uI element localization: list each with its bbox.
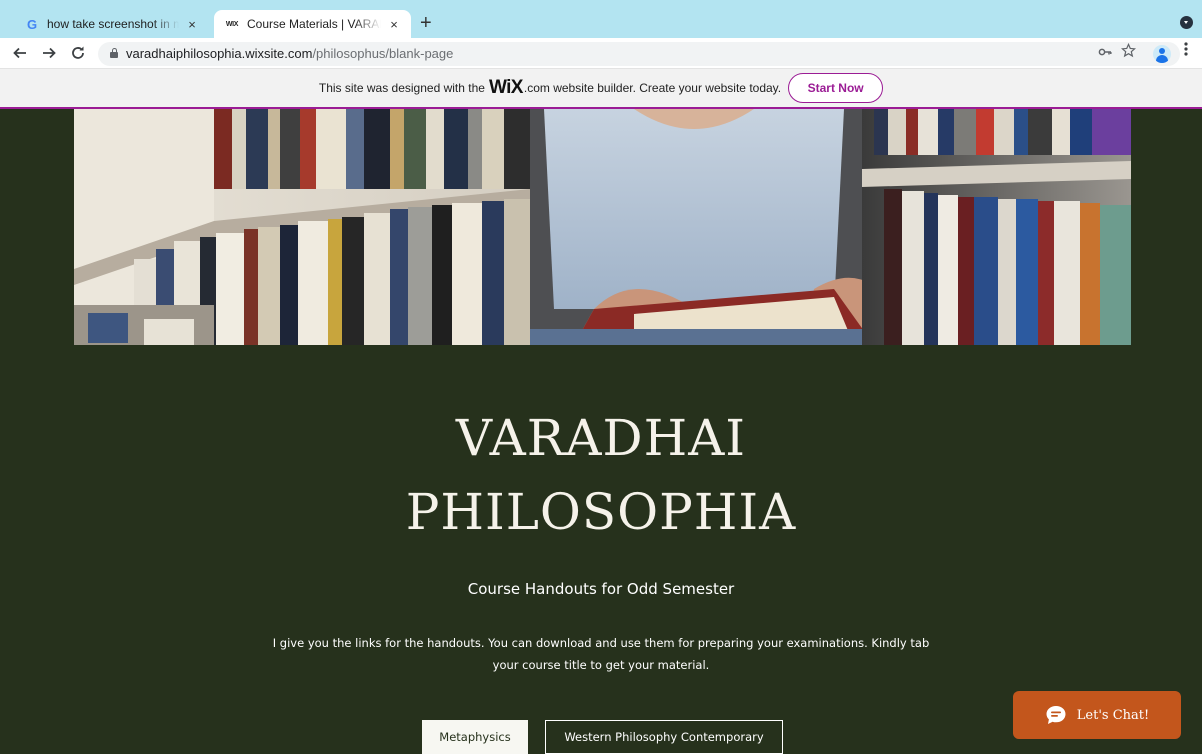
tab-course-materials[interactable]: WIX Course Materials | VARADHAI PHILOSOP… bbox=[214, 10, 411, 38]
lock-icon[interactable] bbox=[110, 48, 118, 58]
chat-bubble-icon bbox=[1046, 706, 1066, 724]
tab-title: how take screenshot in macbook bbox=[47, 17, 179, 31]
tab-search-icon[interactable] bbox=[1180, 16, 1193, 29]
tab-screenshot-search[interactable]: G how take screenshot in macbook × bbox=[14, 10, 209, 38]
tab-title: Course Materials | VARADHAI PHILOSOPHIA bbox=[247, 17, 381, 31]
banner-text-after: .com website builder. Create your websit… bbox=[523, 81, 782, 95]
tab-close-icon[interactable]: × bbox=[185, 17, 199, 32]
hero-image bbox=[74, 109, 1131, 345]
course-button-western-philosophy-contemporary[interactable]: Western Philosophy Contemporary bbox=[545, 720, 783, 754]
star-icon[interactable] bbox=[1120, 42, 1137, 62]
banner-text-before: This site was designed with the bbox=[318, 81, 485, 95]
menu-icon[interactable] bbox=[1184, 41, 1188, 62]
site-title-line-1: VARADHAI bbox=[455, 409, 747, 467]
wix-favicon-icon: WIX bbox=[225, 20, 239, 28]
lets-chat-button[interactable]: Let's Chat! bbox=[1013, 691, 1181, 739]
browser-tab-strip: G how take screenshot in macbook × WIX C… bbox=[0, 0, 1202, 38]
site-title-line-2: PHILOSOPHIA bbox=[405, 483, 797, 541]
tab-close-icon[interactable]: × bbox=[387, 17, 401, 32]
url-text: varadhaiphilosophia.wixsite.com/philosop… bbox=[126, 46, 454, 61]
wix-ad-banner: This site was designed with the WiX .com… bbox=[0, 69, 1202, 109]
google-favicon-icon: G bbox=[26, 16, 38, 32]
back-arrow-icon[interactable] bbox=[9, 42, 31, 64]
browser-toolbar: varadhaiphilosophia.wixsite.com/philosop… bbox=[0, 38, 1202, 69]
wix-logo: WiX bbox=[488, 77, 524, 98]
address-bar[interactable]: varadhaiphilosophia.wixsite.com/philosop… bbox=[98, 42, 1180, 66]
reload-icon[interactable] bbox=[67, 42, 89, 64]
start-now-button[interactable]: Start Now bbox=[788, 73, 884, 103]
intro-paragraph: I give you the links for the handouts. Y… bbox=[272, 636, 930, 672]
key-icon[interactable] bbox=[1098, 45, 1112, 62]
site-page: VARADHAI PHILOSOPHIA Course Handouts for… bbox=[0, 109, 1202, 754]
new-tab-button[interactable]: + bbox=[420, 11, 432, 35]
chat-label: Let's Chat! bbox=[1076, 707, 1150, 723]
course-button-metaphysics[interactable]: Metaphysics bbox=[422, 720, 528, 754]
forward-arrow-icon[interactable] bbox=[38, 42, 60, 64]
profile-icon[interactable] bbox=[1153, 45, 1171, 63]
site-subtitle: Course Handouts for Odd Semester bbox=[467, 580, 735, 598]
